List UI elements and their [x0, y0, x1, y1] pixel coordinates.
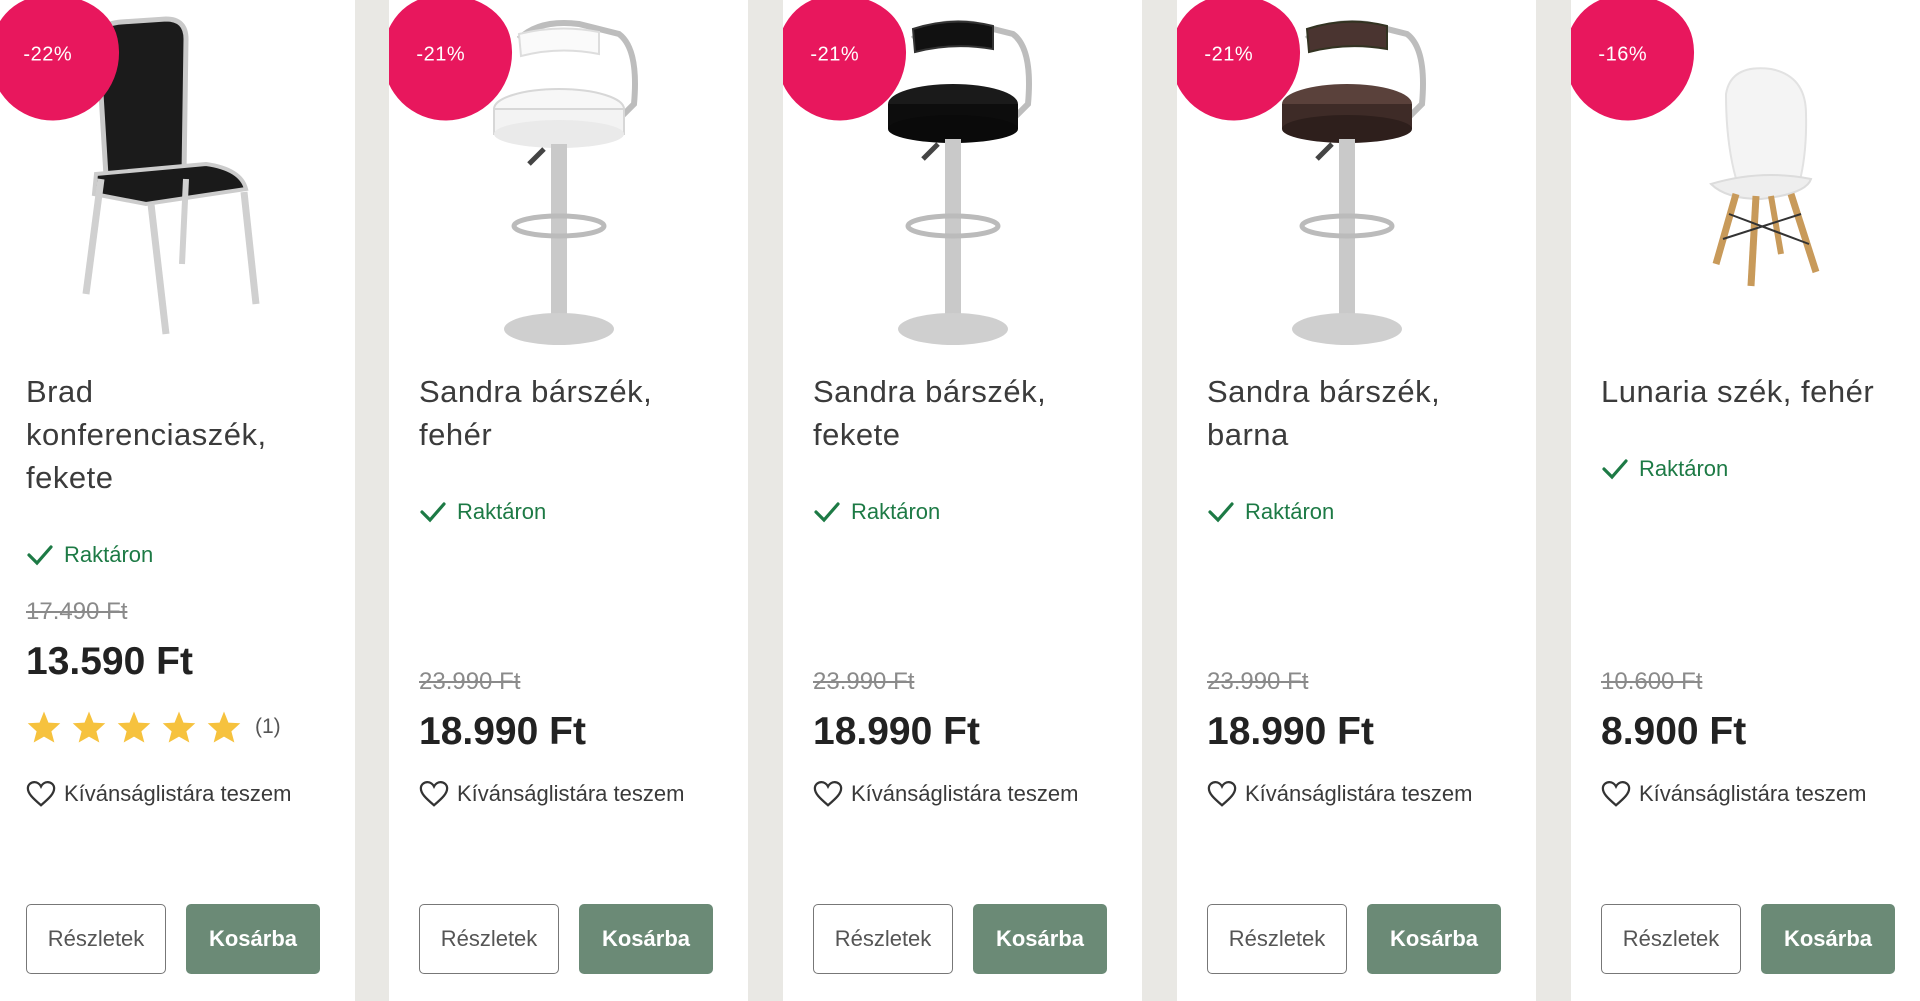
checkmark-icon: [814, 502, 840, 523]
checkmark-icon: [1208, 502, 1234, 523]
rating[interactable]: (1): [26, 710, 281, 744]
details-button[interactable]: Részletek: [26, 904, 166, 974]
checkmark-icon: [420, 502, 446, 523]
current-price: 18.990 Ft: [1207, 710, 1374, 753]
add-to-cart-button[interactable]: Kosárba: [579, 904, 713, 974]
add-to-cart-button[interactable]: Kosárba: [1761, 904, 1895, 974]
stock-status: Raktáron: [1207, 497, 1334, 527]
discount-label: -21%: [810, 43, 860, 66]
checkmark-icon: [1602, 459, 1628, 480]
product-title-line: konferenciaszék,: [26, 417, 267, 452]
wishlist-label: Kívánságlistára teszem: [64, 781, 292, 806]
current-price: 18.990 Ft: [419, 710, 586, 753]
heart-icon: [1207, 780, 1237, 807]
product-title[interactable]: Sandra bárszék, barna: [1207, 370, 1507, 456]
stock-label: Raktáron: [1639, 456, 1729, 481]
product-row: -22% Brad konferenciaszék, fekete Raktár…: [0, 0, 1920, 1001]
product-title[interactable]: Sandra bárszék, fekete: [813, 370, 1113, 456]
wishlist-link[interactable]: Kívánságlistára teszem: [813, 780, 1078, 808]
discount-label: -22%: [23, 43, 73, 66]
product-title[interactable]: Lunaria szék, fehér: [1601, 370, 1901, 413]
product-card: -16% Lunaria szék, fehér Raktáron 10.600…: [1571, 0, 1920, 1001]
old-price: 23.990 Ft: [1207, 668, 1309, 695]
wishlist-link[interactable]: Kívánságlistára teszem: [419, 780, 684, 808]
old-price: 17.490 Ft: [26, 598, 128, 625]
product-title[interactable]: Brad konferenciaszék, fekete: [26, 370, 326, 499]
product-card: -21% Sandra bárszék, barna Raktáron 23.9…: [1177, 0, 1536, 1001]
old-price: 10.600 Ft: [1601, 668, 1703, 695]
product-title-line: fehér: [419, 417, 493, 452]
add-to-cart-button[interactable]: Kosárba: [973, 904, 1107, 974]
discount-label: -21%: [1204, 43, 1254, 66]
stock-status: Raktáron: [813, 497, 940, 527]
wishlist-label: Kívánságlistára teszem: [851, 781, 1079, 806]
details-button[interactable]: Részletek: [813, 904, 953, 974]
stock-label: Raktáron: [457, 499, 547, 524]
star-icon: [162, 711, 196, 743]
stock-label: Raktáron: [851, 499, 941, 524]
star-icon: [72, 711, 106, 743]
product-card: -21% Sandra bárszék, fehér Raktáron 23.9…: [389, 0, 748, 1001]
wishlist-link[interactable]: Kívánságlistára teszem: [1601, 780, 1866, 808]
product-card: -22% Brad konferenciaszék, fekete Raktár…: [0, 0, 355, 1001]
wishlist-label: Kívánságlistára teszem: [1245, 781, 1473, 806]
product-title-line: Sandra bárszék,: [1207, 374, 1441, 409]
discount-label: -21%: [416, 43, 466, 66]
product-title-line: Brad: [26, 374, 94, 409]
wishlist-link[interactable]: Kívánságlistára teszem: [1207, 780, 1472, 808]
stock-status: Raktáron: [1601, 454, 1728, 484]
heart-icon: [26, 780, 56, 807]
wishlist-label: Kívánságlistára teszem: [1639, 781, 1867, 806]
old-price: 23.990 Ft: [419, 668, 521, 695]
stock-status: Raktáron: [26, 540, 153, 570]
star-icon: [27, 711, 61, 743]
details-button[interactable]: Részletek: [419, 904, 559, 974]
product-title-line: fekete: [26, 460, 114, 495]
product-card: -21% Sandra bárszék, fekete Raktáron 23.…: [783, 0, 1142, 1001]
product-title-line: Lunaria szék, fehér: [1601, 374, 1875, 409]
heart-icon: [1601, 780, 1631, 807]
stock-label: Raktáron: [64, 542, 154, 567]
stock-status: Raktáron: [419, 497, 546, 527]
current-price: 13.590 Ft: [26, 640, 193, 683]
heart-icon: [419, 780, 449, 807]
add-to-cart-button[interactable]: Kosárba: [1367, 904, 1501, 974]
wishlist-label: Kívánságlistára teszem: [457, 781, 685, 806]
product-title-line: fekete: [813, 417, 901, 452]
rating-count: (1): [255, 715, 281, 738]
old-price: 23.990 Ft: [813, 668, 915, 695]
product-title-line: Sandra bárszék,: [419, 374, 653, 409]
product-title[interactable]: Sandra bárszék, fehér: [419, 370, 719, 456]
heart-icon: [813, 780, 843, 807]
current-price: 18.990 Ft: [813, 710, 980, 753]
star-icon: [207, 711, 241, 743]
checkmark-icon: [27, 545, 53, 566]
current-price: 8.900 Ft: [1601, 710, 1747, 753]
add-to-cart-button[interactable]: Kosárba: [186, 904, 320, 974]
star-icon: [117, 711, 151, 743]
discount-label: -16%: [1598, 43, 1648, 66]
product-title-line: Sandra bárszék,: [813, 374, 1047, 409]
product-title-line: barna: [1207, 417, 1289, 452]
wishlist-link[interactable]: Kívánságlistára teszem: [26, 780, 291, 808]
details-button[interactable]: Részletek: [1601, 904, 1741, 974]
stock-label: Raktáron: [1245, 499, 1335, 524]
details-button[interactable]: Részletek: [1207, 904, 1347, 974]
